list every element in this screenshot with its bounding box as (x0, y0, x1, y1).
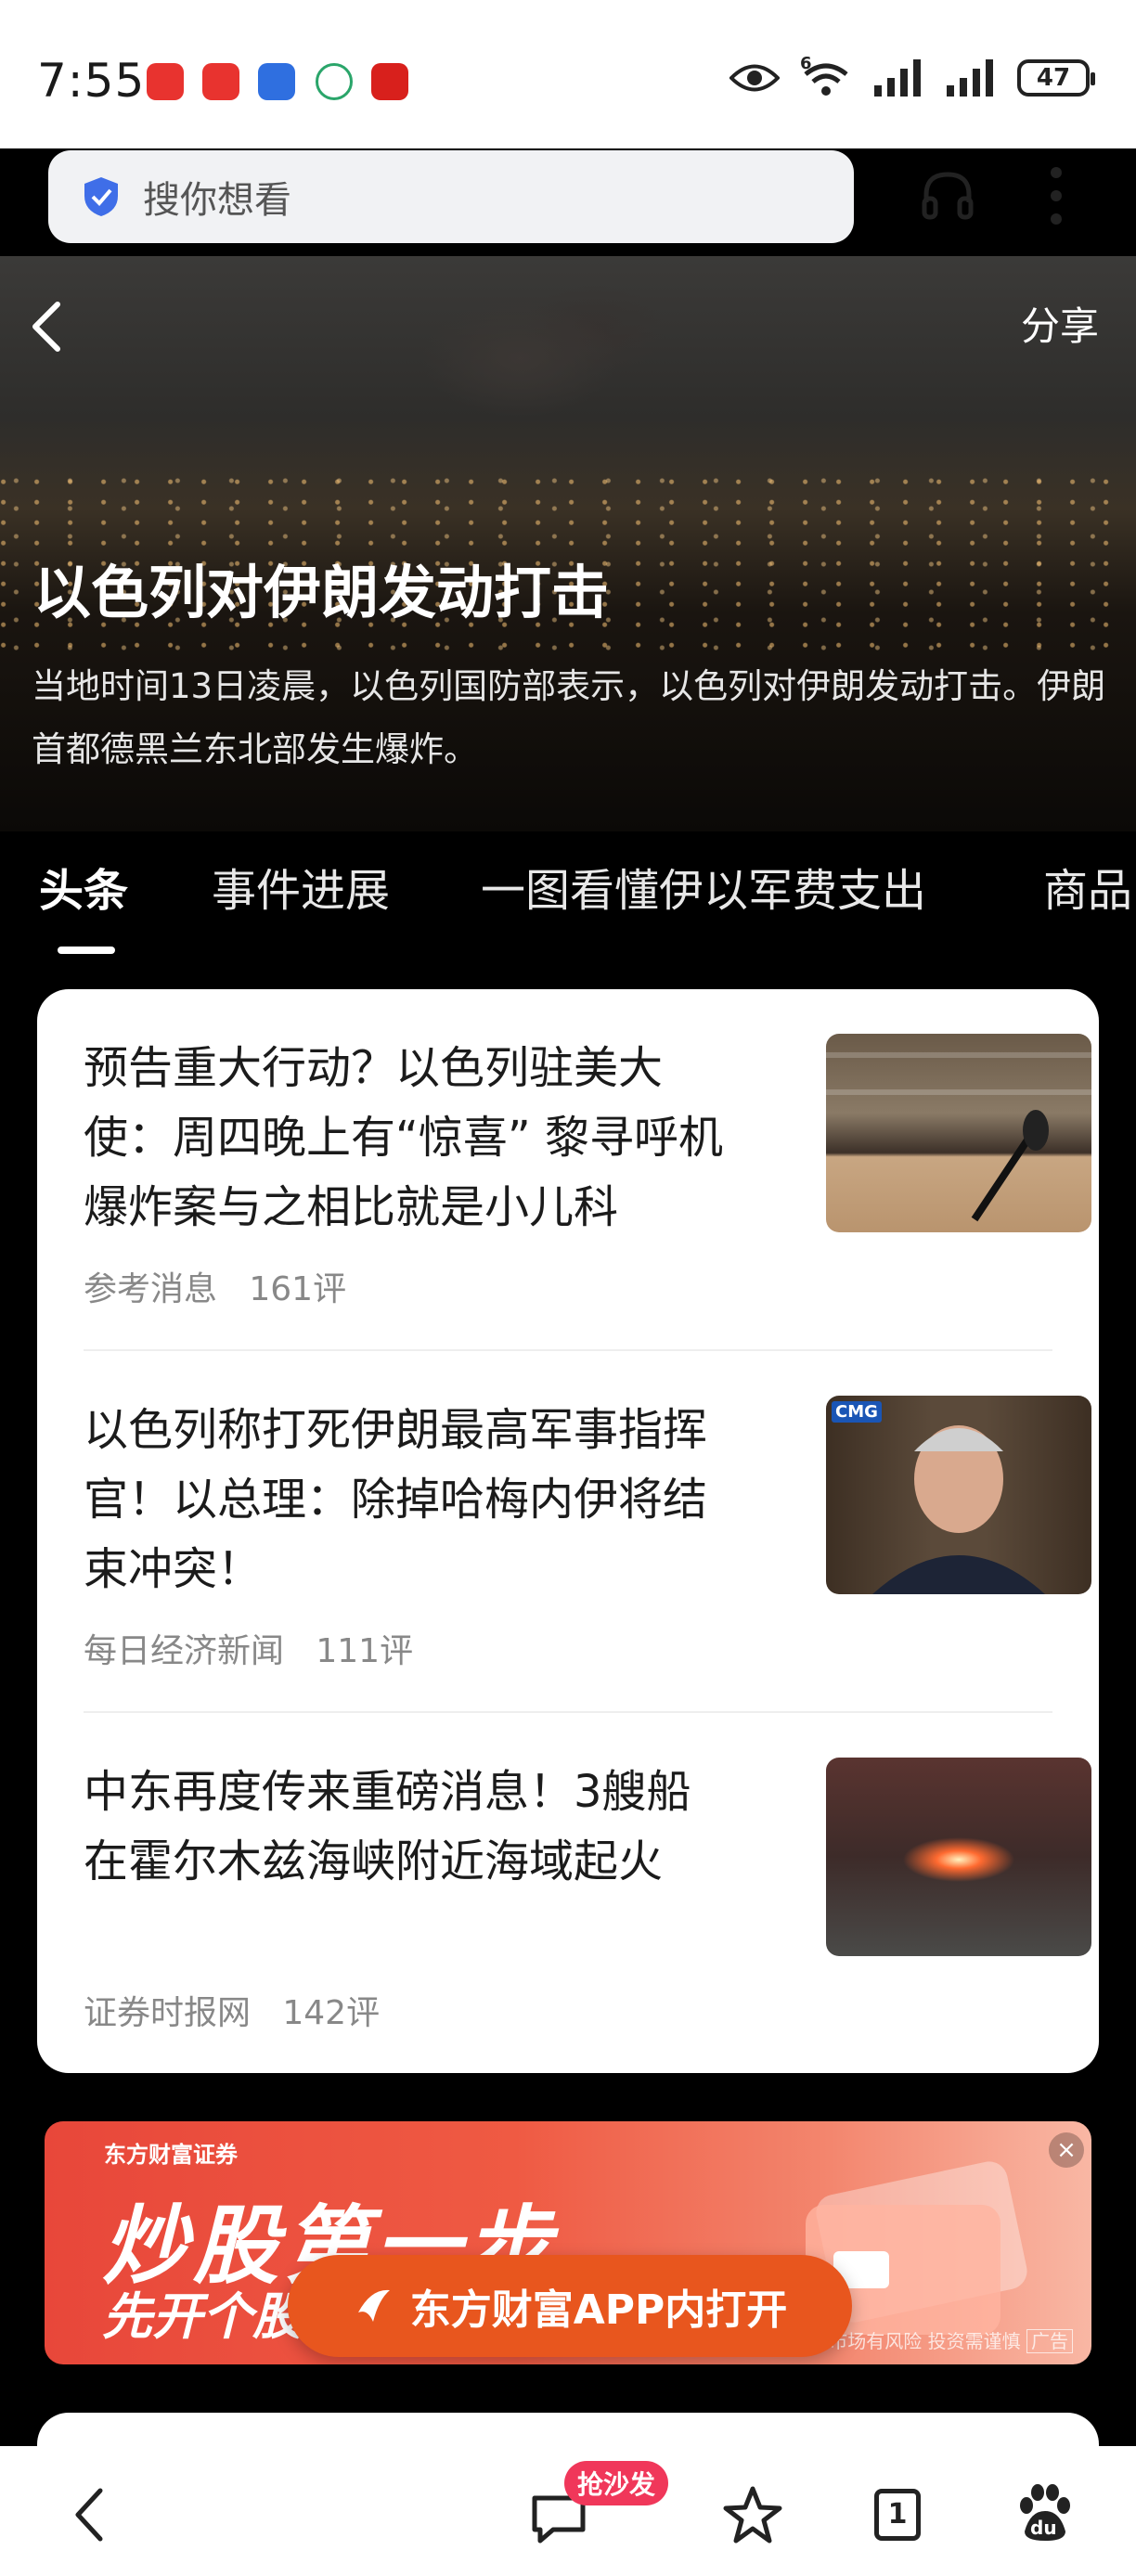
tab-event-progress[interactable]: 事件进展 (212, 854, 390, 919)
eastmoney-logo-icon (357, 2289, 390, 2322)
back-arrow-icon[interactable] (28, 299, 65, 354)
tab-military-spending[interactable]: 一图看懂伊以军费支出 (481, 854, 926, 919)
ad-disclaimer: 市场有风险 投资需谨慎 广告 (829, 2326, 1073, 2353)
tabs-count-button[interactable]: 1 (874, 2489, 921, 2541)
cmg-logo: CMG (832, 1401, 882, 1423)
app-red-3-icon (371, 63, 408, 100)
news-title[interactable]: 预告重大行动？以色列驻美大使：周四晚上有“惊喜” 黎寻呼机爆炸案与之相比就是小儿… (84, 1034, 733, 1243)
active-tab-underline (58, 947, 115, 954)
news-comments: 142评 (282, 1994, 381, 2032)
portrait-image (872, 1425, 1045, 1594)
topic-tabs: 头条 事件进展 一图看懂伊以军费支出 商品 (0, 854, 1136, 956)
news-source: 参考消息 (84, 1270, 218, 1308)
news-thumbnail[interactable] (826, 1034, 1091, 1232)
eye-icon (729, 64, 780, 92)
news-meta: 证券时报网 142评 (84, 1986, 380, 2034)
news-thumbnail[interactable]: CMG (826, 1396, 1091, 1594)
headphones-icon[interactable] (919, 165, 976, 223)
hero-title: 以色列对伊朗发动打击 (33, 559, 610, 626)
tab-products[interactable]: 商品 (1043, 854, 1132, 919)
news-thumbnail[interactable] (826, 1758, 1091, 1956)
baidu-label: du (1030, 2517, 1057, 2539)
ad-subline: 先开个股 (102, 2287, 303, 2346)
app-red-1-icon (147, 63, 184, 100)
news-source: 每日经济新闻 (84, 1632, 285, 1670)
news-item[interactable]: 以色列称打死伊朗最高军事指挥官！以总理：除掉哈梅内伊将结束冲突！ 每日经济新闻 … (84, 1396, 1091, 1720)
search-bar[interactable]: 搜你想看 (48, 150, 854, 243)
bottom-toolbar: 1 du (0, 2446, 1136, 2576)
divider (84, 1349, 1052, 1351)
tab-headlines[interactable]: 头条 (39, 854, 128, 919)
search-input[interactable]: 搜你想看 (143, 170, 291, 224)
wifi-indicator: 6 (800, 54, 852, 98)
open-in-app-label: 东方财富APP内打开 (409, 2286, 788, 2334)
microphone-icon (826, 1052, 1091, 1222)
ad-tag: 广告 (1026, 2329, 1073, 2353)
ad-close-button[interactable]: × (1049, 2132, 1084, 2168)
news-comments: 111评 (316, 1632, 414, 1670)
news-title[interactable]: 以色列称打死伊朗最高军事指挥官！以总理：除掉哈梅内伊将结束冲突！ (84, 1396, 733, 1604)
star-icon[interactable] (722, 2485, 783, 2544)
signal-icon (874, 59, 921, 97)
divider (84, 1711, 1052, 1713)
status-time: 7:55 (37, 54, 146, 108)
news-source: 证券时报网 (84, 1994, 252, 2032)
news-item[interactable]: 预告重大行动？以色列驻美大使：周四晚上有“惊喜” 黎寻呼机爆炸案与之相比就是小儿… (84, 1034, 1091, 1359)
more-menu-icon[interactable] (1047, 165, 1065, 226)
open-in-app-button[interactable]: 东方财富APP内打开 (288, 2255, 852, 2357)
news-meta: 参考消息 161评 (84, 1262, 346, 1310)
app-green-icon (316, 63, 353, 100)
back-nav-icon[interactable] (71, 2485, 108, 2544)
news-meta: 每日经济新闻 111评 (84, 1624, 413, 1672)
news-title[interactable]: 中东再度传来重磅消息！3艘船在霍尔木兹海峡附近海域起火 (84, 1758, 733, 1897)
shield-icon (84, 177, 118, 216)
app-red-2-icon (202, 63, 239, 100)
ad-brand: 东方财富证券 (104, 2142, 238, 2168)
battery-indicator: 47 (1017, 59, 1095, 97)
share-button[interactable]: 分享 (1021, 295, 1099, 352)
status-indicators: 6 47 (729, 54, 1095, 98)
ad-disclaimer-text: 市场有风险 投资需谨慎 (829, 2330, 1021, 2352)
hero-description: 当地时间13日凌晨，以色列国防部表示，以色列对伊朗发动打击。伊朗首都德黑兰东北部… (32, 666, 1106, 769)
news-comments: 161评 (249, 1270, 347, 1308)
signal-2-icon (947, 59, 993, 97)
network-label: 6 (800, 54, 812, 73)
news-item[interactable]: 中东再度传来重磅消息！3艘船在霍尔木兹海峡附近海域起火 证券时报网 142评 (84, 1758, 1091, 2082)
comment-badge: 抢沙发 (564, 2461, 669, 2505)
baidu-paw-button[interactable]: du (1013, 2483, 1075, 2544)
app-blue-icon (258, 63, 295, 100)
news-list-card: 预告重大行动？以色列驻美大使：周四晚上有“惊喜” 黎寻呼机爆炸案与之相比就是小儿… (37, 989, 1099, 2073)
status-bar: 7:55 6 47 (0, 0, 1136, 148)
